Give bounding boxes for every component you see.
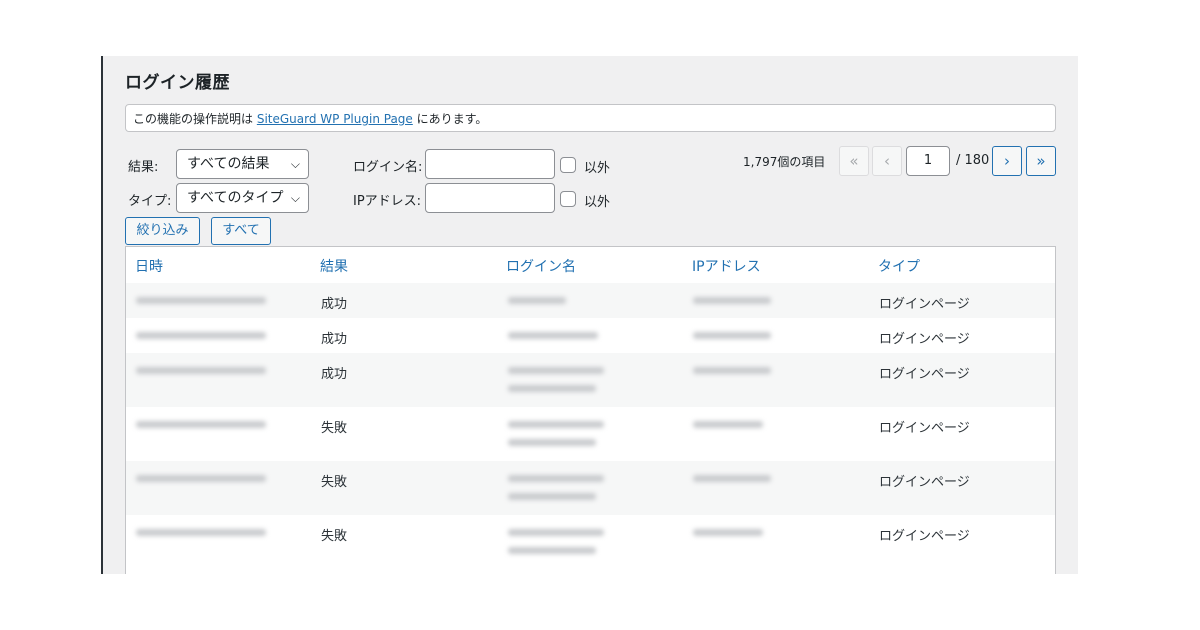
type-cell: ログインページ <box>879 421 970 436</box>
table-row: 失敗 ログインページ <box>126 461 1055 515</box>
type-cell: ログインページ <box>879 297 970 312</box>
result-select[interactable]: すべての結果 ⌵ <box>176 149 309 179</box>
total-pages: / 180 <box>956 153 990 168</box>
redacted-ip <box>693 421 763 428</box>
table-row: 成功 ログインページ <box>126 318 1055 353</box>
redacted-ip <box>693 529 763 536</box>
ip-except-label: 以外 <box>584 195 611 210</box>
ip-address-input[interactable] <box>425 183 555 213</box>
redacted-datetime <box>136 297 266 304</box>
redacted-datetime <box>136 421 266 428</box>
result-cell: 失敗 <box>321 529 348 544</box>
redacted-login-name <box>508 297 566 304</box>
result-filter-label: 結果: <box>128 160 159 175</box>
redacted-ip <box>693 297 771 304</box>
type-cell: ログインページ <box>879 367 970 382</box>
login-name-input[interactable] <box>425 149 555 179</box>
table-row: 成功 ログインページ <box>126 353 1055 407</box>
page-title: ログイン履歴 <box>125 73 230 93</box>
notice-text-prefix: この機能の操作説明は <box>133 112 257 126</box>
chevron-down-icon: ⌵ <box>290 157 300 171</box>
result-cell: 成功 <box>321 332 348 347</box>
filter-button[interactable]: 絞り込み <box>125 217 200 245</box>
column-result[interactable]: 結果 <box>320 256 348 276</box>
redacted-login-name <box>508 547 596 554</box>
redacted-datetime <box>136 475 266 482</box>
column-login-name[interactable]: ログイン名 <box>506 256 576 276</box>
plugin-page-link[interactable]: SiteGuard WP Plugin Page <box>257 112 413 126</box>
result-select-value: すべての結果 <box>187 156 270 172</box>
ip-address-label: IPアドレス: <box>353 194 422 209</box>
current-page-input[interactable]: 1 <box>906 146 950 176</box>
result-cell: 成功 <box>321 297 348 312</box>
redacted-login-name <box>508 439 596 446</box>
column-datetime[interactable]: 日時 <box>135 256 163 276</box>
column-type[interactable]: タイプ <box>878 256 920 276</box>
prev-page-button[interactable]: ‹ <box>872 146 902 176</box>
login-history-panel: ログイン履歴 この機能の操作説明は SiteGuard WP Plugin Pa… <box>101 56 1078 574</box>
redacted-login-name <box>508 493 596 500</box>
redacted-login-name <box>508 332 598 339</box>
redacted-datetime <box>136 367 266 374</box>
type-select-value: すべてのタイプ <box>187 190 284 206</box>
table-row: 失敗 ログインページ <box>126 407 1055 461</box>
result-cell: 失敗 <box>321 475 348 490</box>
type-cell: ログインページ <box>879 332 970 347</box>
table-header: 日時 結果 ログイン名 IPアドレス タイプ <box>126 247 1055 284</box>
redacted-login-name <box>508 529 604 536</box>
first-page-button[interactable]: « <box>839 146 869 176</box>
redacted-ip <box>693 475 771 482</box>
redacted-datetime <box>136 332 266 339</box>
type-filter-label: タイプ: <box>128 194 172 209</box>
type-select[interactable]: すべてのタイプ ⌵ <box>176 183 309 213</box>
chevron-down-icon: ⌵ <box>290 191 300 205</box>
item-count: 1,797個の項目 <box>743 155 826 169</box>
ip-except-checkbox[interactable] <box>560 191 576 207</box>
login-name-label: ログイン名: <box>353 160 423 175</box>
redacted-ip <box>693 332 771 339</box>
last-page-button[interactable]: » <box>1026 146 1056 176</box>
redacted-login-name <box>508 421 604 428</box>
table-row: 失敗 ログインページ <box>126 515 1055 574</box>
type-cell: ログインページ <box>879 475 970 490</box>
login-name-except-label: 以外 <box>584 161 611 176</box>
all-button[interactable]: すべて <box>211 217 271 245</box>
redacted-login-name <box>508 367 604 374</box>
result-cell: 成功 <box>321 367 348 382</box>
redacted-ip <box>693 367 771 374</box>
next-page-button[interactable]: › <box>992 146 1022 176</box>
login-name-except-checkbox[interactable] <box>560 157 576 173</box>
result-cell: 失敗 <box>321 421 348 436</box>
redacted-login-name <box>508 475 604 482</box>
login-history-table: 日時 結果 ログイン名 IPアドレス タイプ 成功 ログインページ 成功 ログイ… <box>125 246 1056 574</box>
column-ip-address[interactable]: IPアドレス <box>692 256 761 276</box>
redacted-login-name <box>508 385 596 392</box>
type-cell: ログインページ <box>879 529 970 544</box>
redacted-datetime <box>136 529 266 536</box>
table-row: 成功 ログインページ <box>126 283 1055 318</box>
notice-box: この機能の操作説明は SiteGuard WP Plugin Page にありま… <box>125 104 1056 132</box>
notice-text-suffix: にあります。 <box>412 112 488 126</box>
